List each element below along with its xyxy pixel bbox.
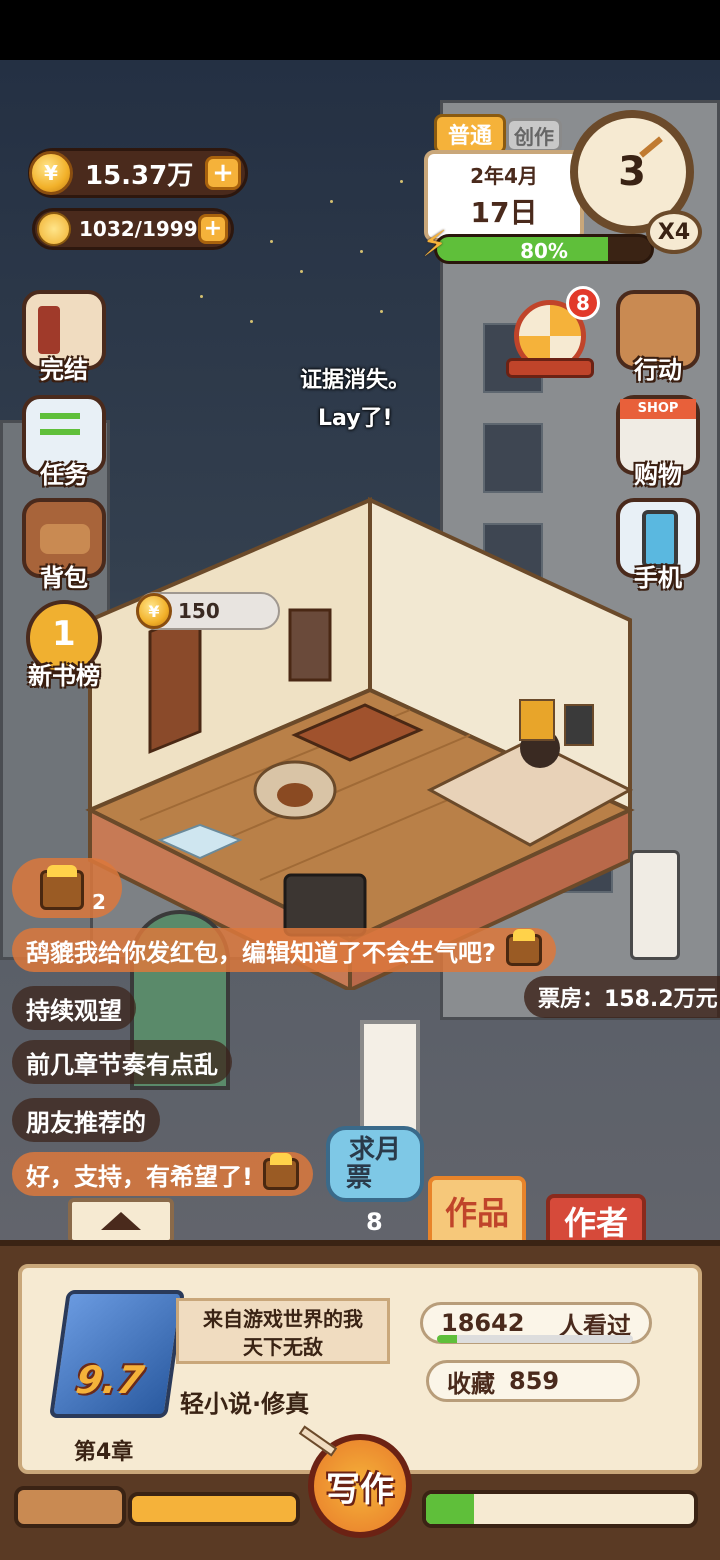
- book-cover[interactable]: 9.7: [49, 1290, 185, 1418]
- coin-icon: ¥: [136, 593, 172, 629]
- reader-comment: 持续观望: [12, 986, 136, 1030]
- treasure-chest-button[interactable]: 2: [12, 858, 122, 918]
- menu-bag-button[interactable]: 背包: [18, 498, 110, 593]
- reader-comment: 前几章节奏有点乱: [12, 1040, 232, 1084]
- lightning-icon[interactable]: ⚡: [422, 224, 452, 268]
- reader-comment: 好，支持，有希望了!: [12, 1152, 313, 1196]
- menu-phone-button[interactable]: 手机: [612, 498, 704, 593]
- viewers-stat: 18642 人看过: [420, 1302, 652, 1344]
- stamina-bar: 80%: [434, 234, 654, 264]
- arrow-icon: [639, 136, 663, 158]
- monthly-ticket-count: 8: [366, 1208, 383, 1236]
- menu-newbook-rank-button[interactable]: 1 新书榜: [18, 600, 110, 691]
- event-text: 证据消失。: [300, 368, 411, 393]
- chest-icon: [262, 1153, 299, 1190]
- menu-action-button[interactable]: 行动: [612, 290, 704, 385]
- add-coins-button[interactable]: +: [205, 156, 241, 190]
- book-title-banner: 来自游戏世界的我 天下无敌: [176, 1298, 390, 1364]
- monthly-ticket-button[interactable]: 求月 票: [326, 1126, 424, 1202]
- lightbulb-icon: [37, 212, 71, 246]
- difficulty-tab[interactable]: 普通: [434, 114, 506, 154]
- collect-coin-bubble[interactable]: ¥ 150: [136, 592, 280, 630]
- wall-sign: [630, 850, 680, 960]
- coin-counter: ¥ 15.37万 +: [28, 148, 248, 198]
- favorites-stat: 收藏 859: [426, 1360, 640, 1402]
- create-tab[interactable]: 创作: [506, 118, 562, 152]
- reader-comment: 朋友推荐的: [12, 1098, 160, 1142]
- book-info-panel: 9.7 来自游戏世界的我 天下无敌 轻小说·修真 第4章 18642 人看过 收…: [0, 1240, 720, 1560]
- menu-finish-button[interactable]: 完结: [18, 290, 110, 385]
- left-progress-bar: [14, 1486, 126, 1528]
- lucky-wheel-button[interactable]: 8: [506, 286, 600, 384]
- add-energy-button[interactable]: +: [198, 214, 228, 244]
- wheel-stand: [506, 358, 594, 378]
- chest-icon: [40, 865, 84, 910]
- viewers-progress: [437, 1335, 633, 1343]
- year-month: 2年4月: [470, 164, 538, 188]
- book-rating: 9.7: [73, 1358, 147, 1402]
- book-genre: 轻小说·修真: [180, 1390, 310, 1418]
- reader-comment: 鸹貔我给你发红包，编辑知道了不会生气吧?: [12, 928, 556, 972]
- chevron-up-icon: [101, 1212, 141, 1230]
- coin-amount: 15.37万: [85, 160, 194, 191]
- energy-counter: 1032/1999 +: [32, 208, 234, 250]
- box-office-label: 票房：158.2万元: [524, 976, 720, 1018]
- speed-button[interactable]: X4: [646, 210, 702, 254]
- menu-shop-button[interactable]: SHOP 购物: [612, 395, 704, 490]
- right-progress-bar: [422, 1490, 698, 1528]
- collapse-comments-button[interactable]: [68, 1198, 174, 1244]
- energy-amount: 1032/1999: [79, 217, 198, 241]
- notification-badge: 8: [566, 286, 600, 320]
- tab-works[interactable]: 作品: [428, 1176, 526, 1246]
- chest-count: 2: [92, 890, 106, 914]
- chapter-label: 第4章: [74, 1440, 134, 1465]
- status-bar: [0, 0, 720, 60]
- event-text: Lay了!: [318, 406, 393, 431]
- date-panel: 普通 创作 2年4月 17日 80% ⚡ 3 X4: [420, 110, 710, 270]
- chest-icon: [505, 929, 542, 966]
- menu-tasks-button[interactable]: 任务: [18, 395, 110, 490]
- coin-icon: ¥: [29, 151, 73, 195]
- middle-progress-bar: [128, 1492, 300, 1526]
